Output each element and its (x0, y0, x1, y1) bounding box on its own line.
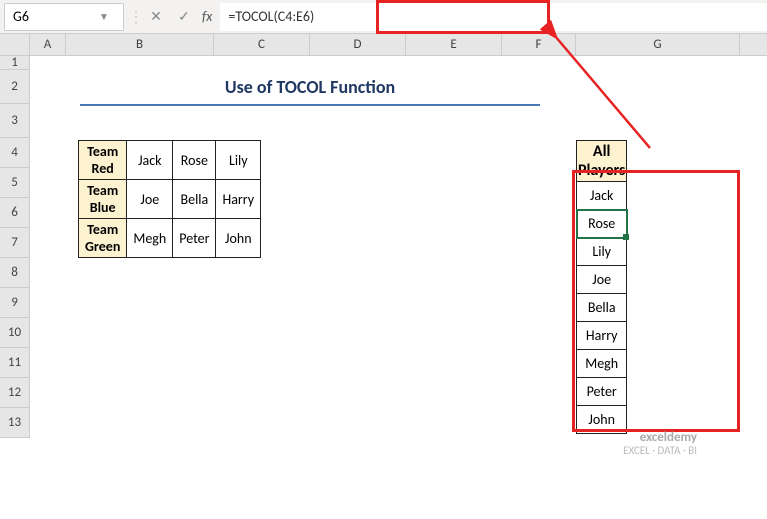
row-header[interactable]: 12 (0, 378, 30, 408)
sheet-title: Use of TOCOL Function (80, 76, 540, 106)
chevron-down-icon[interactable]: ▼ (99, 10, 115, 23)
col-header-a[interactable]: A (30, 34, 66, 55)
row-header[interactable]: 13 (0, 408, 30, 438)
row-header[interactable]: 4 (0, 138, 30, 168)
team-header[interactable]: Team Green (79, 219, 127, 258)
output-cell[interactable]: Peter (577, 378, 627, 406)
row-header[interactable]: 5 (0, 168, 30, 198)
output-table: All Players Jack Rose Lily Joe Bella Har… (576, 140, 627, 434)
output-cell[interactable]: Lily (577, 238, 627, 266)
row-header[interactable]: 10 (0, 318, 30, 348)
row-header[interactable]: 2 (0, 70, 30, 104)
cell[interactable]: Megh (127, 219, 173, 258)
output-cell[interactable]: Jack (577, 182, 627, 210)
output-cell[interactable]: Bella (577, 294, 627, 322)
output-cell-active[interactable]: Rose (577, 210, 627, 238)
formula-text: =TOCOL(C4:E6) (228, 8, 314, 25)
cell[interactable]: Peter (173, 219, 216, 258)
source-table: Team Red Jack Rose Lily Team Blue Joe Be… (78, 140, 261, 258)
cell[interactable]: Jack (127, 141, 173, 180)
cell[interactable]: Joe (127, 180, 173, 219)
watermark-brand: exceldemy (623, 431, 697, 445)
col-header-c[interactable]: C (214, 34, 310, 55)
fx-icon[interactable]: fx (202, 8, 212, 25)
select-all-corner[interactable] (0, 34, 30, 55)
team-header[interactable]: Team Red (79, 141, 127, 180)
col-header-d[interactable]: D (310, 34, 406, 55)
team-header[interactable]: Team Blue (79, 180, 127, 219)
col-header-b[interactable]: B (66, 34, 214, 55)
row-header[interactable]: 8 (0, 258, 30, 288)
row-header[interactable]: 1 (0, 56, 30, 70)
output-cell[interactable]: Harry (577, 322, 627, 350)
cancel-icon[interactable]: ✕ (142, 3, 170, 31)
col-header-g[interactable]: G (576, 34, 740, 55)
table-row: Team Blue Joe Bella Harry (79, 180, 261, 219)
name-box[interactable]: G6 ▼ (4, 3, 124, 31)
table-row: Team Red Jack Rose Lily (79, 141, 261, 180)
row-header[interactable]: 6 (0, 198, 30, 228)
cell[interactable]: Rose (173, 141, 216, 180)
separator: ⋮ (128, 7, 142, 27)
output-cell[interactable]: Joe (577, 266, 627, 294)
output-column-wrap: All Players Jack Rose Lily Joe Bella Har… (576, 140, 627, 434)
cell[interactable]: Lily (216, 141, 261, 180)
output-cell[interactable]: Megh (577, 350, 627, 378)
row-header[interactable]: 3 (0, 104, 30, 138)
name-box-value: G6 (13, 8, 29, 25)
formula-bar: G6 ▼ ⋮ ✕ ✓ fx =TOCOL(C4:E6) (0, 0, 767, 34)
column-headers: A B C D E F G (0, 34, 767, 56)
row-header[interactable]: 7 (0, 228, 30, 258)
row-header[interactable]: 11 (0, 348, 30, 378)
col-header-e[interactable]: E (406, 34, 502, 55)
formula-input[interactable]: =TOCOL(C4:E6) (220, 3, 767, 31)
output-cell[interactable]: John (577, 406, 627, 434)
cell[interactable]: Harry (216, 180, 261, 219)
watermark: exceldemy EXCEL · DATA · BI (623, 431, 697, 457)
check-icon[interactable]: ✓ (170, 3, 198, 31)
row-header[interactable]: 9 (0, 288, 30, 318)
row-headers: 1 2 3 4 5 6 7 8 9 10 11 12 13 (0, 56, 30, 438)
cell[interactable]: Bella (173, 180, 216, 219)
watermark-tag: EXCEL · DATA · BI (623, 445, 697, 457)
col-header-f[interactable]: F (502, 34, 576, 55)
spreadsheet-grid: A B C D E F G 1 2 3 4 5 6 7 8 9 10 11 12… (0, 34, 767, 56)
table-row: Team Green Megh Peter John (79, 219, 261, 258)
output-header[interactable]: All Players (577, 141, 627, 182)
cell[interactable]: John (216, 219, 261, 258)
